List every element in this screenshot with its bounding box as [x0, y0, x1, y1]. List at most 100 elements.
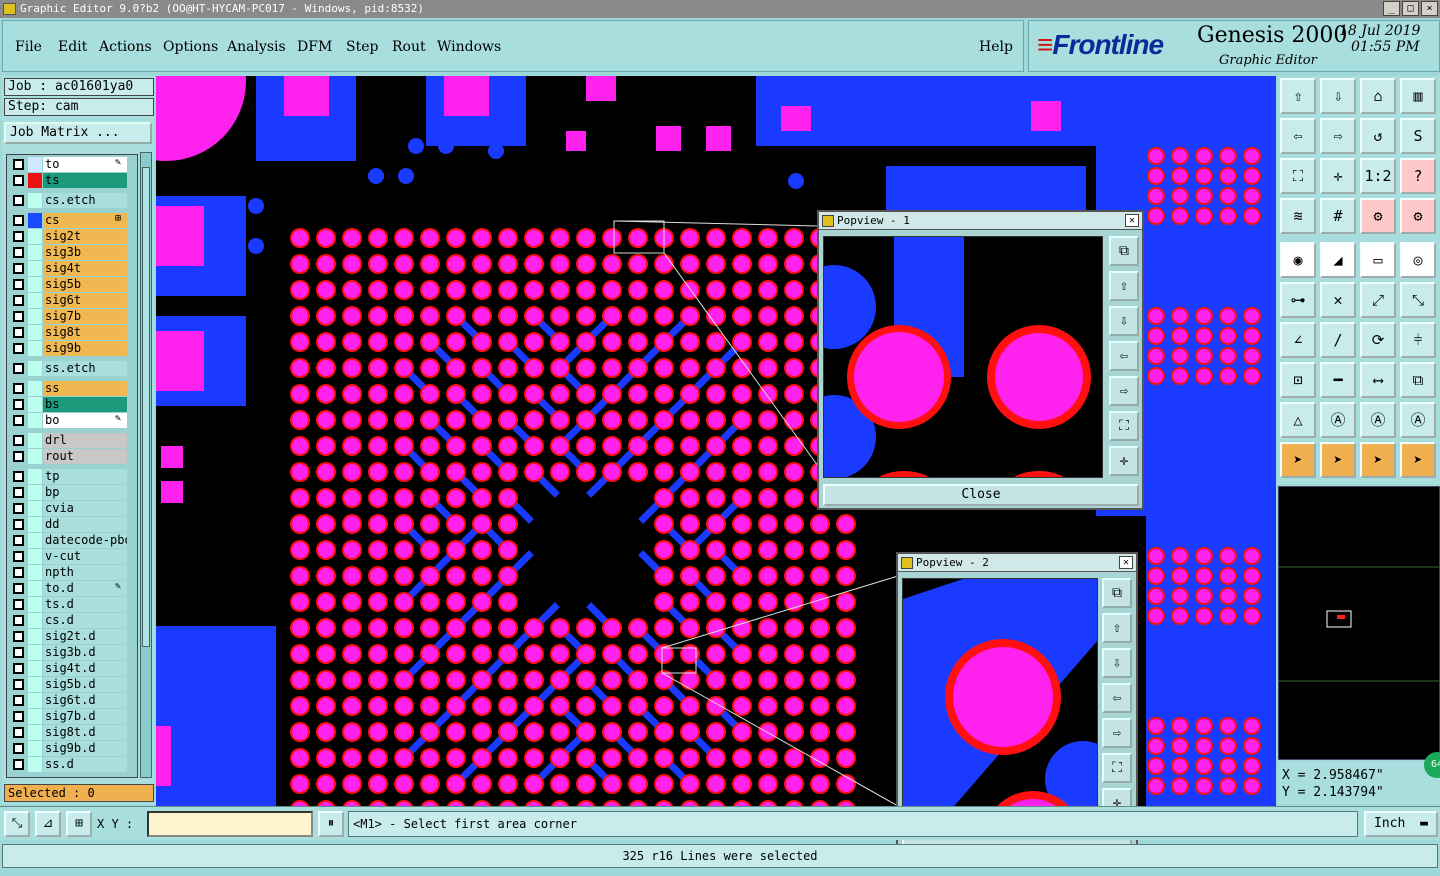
undo-icon[interactable]: ↺ [1360, 118, 1396, 154]
layer-color-swatch[interactable] [28, 293, 42, 308]
layer-row-cvia[interactable]: cvia [9, 501, 135, 516]
resize-icon[interactable]: ⤡ [1400, 282, 1436, 318]
anchor-3-icon[interactable]: Ⓐ [1400, 402, 1436, 438]
layer-row-sig4t.d[interactable]: sig4t.d [9, 661, 135, 676]
layer-checkbox[interactable] [13, 727, 24, 738]
line-icon[interactable]: / [1320, 322, 1356, 358]
layer-color-swatch[interactable] [28, 517, 42, 532]
layer-checkbox[interactable] [13, 311, 24, 322]
layer-color-swatch[interactable] [28, 397, 42, 412]
layer-row-cs.d[interactable]: cs.d [9, 613, 135, 628]
layer-color-swatch[interactable] [28, 565, 42, 580]
connect-icon[interactable]: ⊶ [1280, 282, 1316, 318]
popview-1-close-button[interactable]: Close [823, 484, 1139, 506]
layer-row-dd[interactable]: dd [9, 517, 135, 532]
menu-file[interactable]: File [15, 39, 42, 55]
popview-up-icon[interactable]: ⇧ [1109, 271, 1139, 301]
popview-left-icon[interactable]: ⇦ [1102, 683, 1132, 713]
layer-row-sig6t[interactable]: sig6t [9, 293, 135, 308]
popview-2-close-icon[interactable]: ✕ [1119, 556, 1133, 569]
layer-color-swatch[interactable] [28, 325, 42, 340]
job-matrix-button[interactable]: Job Matrix ... [4, 122, 152, 144]
layers-icon[interactable]: ≋ [1280, 198, 1316, 234]
layer-color-swatch[interactable] [28, 549, 42, 564]
pointer-2-icon[interactable]: ➤ [1320, 442, 1356, 478]
move-down-icon[interactable]: ⇩ [1320, 78, 1356, 114]
layer-color-swatch[interactable] [28, 693, 42, 708]
layer-color-swatch[interactable] [28, 173, 42, 188]
layer-checkbox[interactable] [13, 471, 24, 482]
layer-name[interactable]: sig3b.d [43, 645, 127, 660]
layer-row-sig5b[interactable]: sig5b [9, 277, 135, 292]
layer-checkbox[interactable] [13, 295, 24, 306]
menu-step[interactable]: Step [346, 39, 378, 55]
pad-icon[interactable]: ⊡ [1280, 362, 1316, 398]
circle-icon[interactable]: ◎ [1400, 242, 1436, 278]
layer-checkbox[interactable] [13, 695, 24, 706]
layer-color-swatch[interactable] [28, 361, 42, 376]
layer-color-swatch[interactable] [28, 157, 42, 172]
menu-rout[interactable]: Rout [392, 39, 426, 55]
layer-checkbox[interactable] [13, 215, 24, 226]
layer-name[interactable]: v-cut [43, 549, 127, 564]
snap-icon[interactable]: ⤡ [4, 811, 30, 837]
pointer-icon[interactable]: ➤ [1280, 442, 1316, 478]
layer-row-bp[interactable]: bp [9, 485, 135, 500]
layer-color-swatch[interactable] [28, 677, 42, 692]
layer-row-cs.etch[interactable]: cs.etch [9, 193, 135, 208]
layer-checkbox[interactable] [13, 519, 24, 530]
layer-row-sig9b[interactable]: sig9b [9, 341, 135, 356]
layer-checkbox[interactable] [13, 195, 24, 206]
help-icon[interactable]: ? [1400, 158, 1436, 194]
width-icon[interactable]: ⟷ [1360, 362, 1396, 398]
ruler-icon[interactable]: ▭ [1360, 242, 1396, 278]
layer-row-sig7b[interactable]: sig7b [9, 309, 135, 324]
layer-checkbox[interactable] [13, 679, 24, 690]
layer-row-sig8t.d[interactable]: sig8t.d [9, 725, 135, 740]
feature-icon[interactable]: ⫩ [1400, 322, 1436, 358]
center-icon[interactable]: ✛ [1320, 158, 1356, 194]
arc-icon[interactable]: ⟳ [1360, 322, 1396, 358]
measure-icon[interactable]: ⊿ [35, 811, 61, 837]
move-right-icon[interactable]: ⇨ [1320, 118, 1356, 154]
stretch-icon[interactable]: ⤢ [1360, 282, 1396, 318]
layer-scrollbar[interactable] [140, 152, 152, 778]
layer-checkbox[interactable] [13, 711, 24, 722]
layer-row-datecode-pbo[interactable]: datecode-pbo [9, 533, 135, 548]
layer-row-rout[interactable]: rout [9, 449, 135, 464]
layer-checkbox[interactable] [13, 663, 24, 674]
popview-zoom-icon[interactable]: ⧉ [1102, 578, 1132, 608]
layer-color-swatch[interactable] [28, 709, 42, 724]
scroll-thumb[interactable] [142, 167, 150, 647]
popview-up-icon[interactable]: ⇧ [1102, 613, 1132, 643]
layer-checkbox[interactable] [13, 363, 24, 374]
popview-1-titlebar[interactable]: Popview - 1 ✕ [819, 212, 1142, 230]
layer-row-ss[interactable]: ss [9, 381, 135, 396]
layer-name[interactable]: cs.etch [43, 193, 127, 208]
layer-name[interactable]: sig9b.d [43, 741, 127, 756]
layer-checkbox[interactable] [13, 759, 24, 770]
layer-checkbox[interactable] [13, 435, 24, 446]
pointer-4-icon[interactable]: ➤ [1400, 442, 1436, 478]
maximize-icon[interactable]: □ [1402, 1, 1419, 16]
layer-row-sig2t[interactable]: sig2t [9, 229, 135, 244]
layer-row-sig4t[interactable]: sig4t [9, 261, 135, 276]
config-icon[interactable]: ⚙ [1400, 198, 1436, 234]
layer-color-swatch[interactable] [28, 245, 42, 260]
layer-color-swatch[interactable] [28, 725, 42, 740]
layer-name[interactable]: ts.d [43, 597, 127, 612]
layer-color-swatch[interactable] [28, 229, 42, 244]
layer-name[interactable]: ss [43, 381, 127, 396]
layer-checkbox[interactable] [13, 567, 24, 578]
layer-checkbox[interactable] [13, 383, 24, 394]
layer-checkbox[interactable] [13, 583, 24, 594]
layer-name[interactable]: sig6t.d [43, 693, 127, 708]
delete-icon[interactable]: ✕ [1320, 282, 1356, 318]
select-icon[interactable]: ◉ [1280, 242, 1316, 278]
layer-checkbox[interactable] [13, 247, 24, 258]
triangle-icon[interactable]: △ [1280, 402, 1316, 438]
layer-checkbox[interactable] [13, 647, 24, 658]
layer-row-ss.etch[interactable]: ss.etch [9, 361, 135, 376]
layer-name[interactable]: ts [43, 173, 127, 188]
layer-checkbox[interactable] [13, 343, 24, 354]
